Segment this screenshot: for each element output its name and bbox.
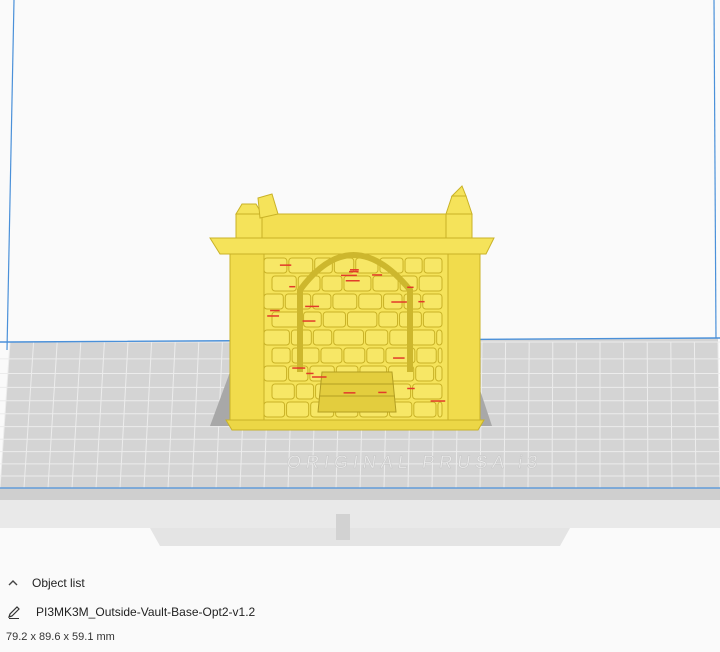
build-volume-left-edge — [6, 0, 15, 351]
object-dimensions-text: 79.2 x 89.6 x 59.1 mm — [6, 631, 115, 643]
pencil-icon[interactable] — [6, 604, 22, 620]
object-list-item[interactable]: PI3MK3M_Outside-Vault-Base-Opt2-v1.2 — [6, 604, 255, 620]
bed-watermark-text: ORIGINAL PRUSA i3 — [286, 452, 544, 472]
object-panel: Object list PI3MK3M_Outside-Vault-Base-O… — [0, 560, 720, 652]
build-volume-right-edge — [713, 0, 717, 341]
build-plate-scene[interactable]: ORIGINAL PRUSA i3 — [0, 0, 720, 560]
bed-front-lip — [0, 500, 720, 528]
3d-model-outside-vault[interactable] — [209, 185, 495, 431]
3d-viewport[interactable]: ORIGINAL PRUSA i3 — [0, 0, 720, 560]
object-list-toggle[interactable]: Object list — [6, 576, 85, 590]
object-dimensions: 79.2 x 89.6 x 59.1 mm — [6, 631, 115, 643]
chevron-up-icon[interactable] — [6, 576, 20, 590]
object-name: PI3MK3M_Outside-Vault-Base-Opt2-v1.2 — [36, 605, 256, 619]
bed-front-panel — [150, 528, 570, 546]
bed-front-edge — [0, 488, 720, 500]
bed-front-tab — [336, 514, 350, 540]
object-list-label: Object list — [32, 576, 85, 590]
